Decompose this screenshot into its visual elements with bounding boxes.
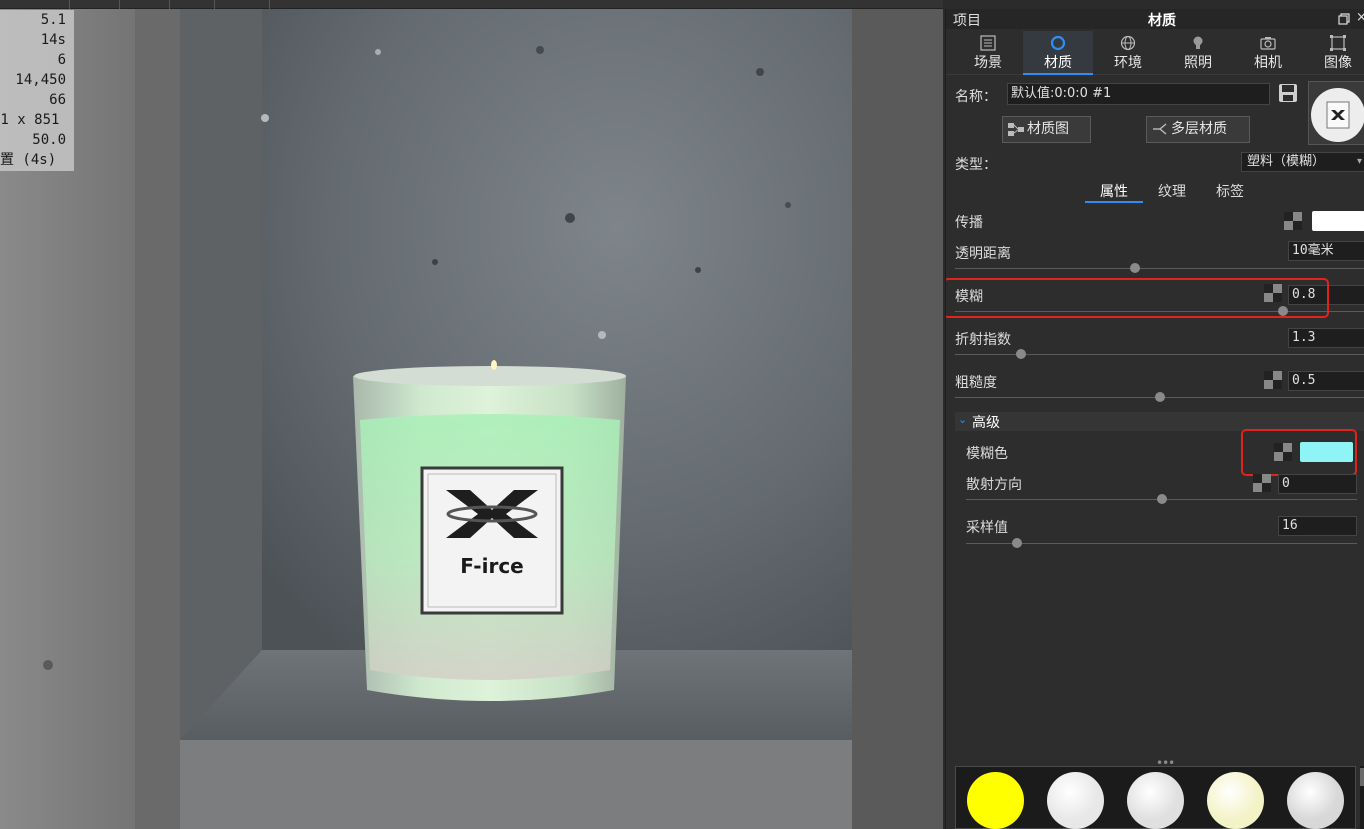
slider-handle[interactable] <box>1278 306 1288 316</box>
type-label: 类型： <box>955 157 997 173</box>
project-tab[interactable]: 项目 <box>953 10 981 30</box>
material-panel: 项目 材质 × 场景 材质 环境 <box>945 9 1364 829</box>
restore-window-icon[interactable] <box>1338 13 1350 25</box>
material-palette <box>955 766 1356 829</box>
tab-material[interactable]: 材质 <box>1023 31 1093 75</box>
samples-label: 采样值 <box>966 520 1008 536</box>
chevron-down-icon: ⌄ <box>958 413 968 426</box>
palette-material-label[interactable] <box>1287 772 1344 829</box>
render-image: F-irce <box>0 0 943 829</box>
transparency-distance-field[interactable]: 10毫米 <box>1288 241 1364 261</box>
palette-material-white-pattern[interactable] <box>1127 772 1184 829</box>
subtab-textures[interactable]: 纹理 <box>1143 181 1201 203</box>
button-label: 多层材质 <box>1171 121 1227 137</box>
samples-field[interactable]: 16 <box>1278 516 1357 536</box>
tab-label: 图像 <box>1324 55 1352 71</box>
advanced-label: 高级 <box>972 415 1000 431</box>
subtab-properties[interactable]: 属性 <box>1085 181 1143 203</box>
render-stats-overlay: 5.1 14s 6 14,450 66 51 x 851 50.0 置 (4s) <box>0 10 74 171</box>
slider-handle[interactable] <box>1156 494 1167 504</box>
chevron-down-icon: ▾ <box>1356 156 1362 167</box>
save-icon[interactable] <box>1278 83 1298 103</box>
tab-label: 材质 <box>1044 55 1072 71</box>
palette-scrollbar[interactable] <box>1360 766 1364 829</box>
tab-lighting[interactable]: 照明 <box>1163 31 1233 75</box>
camera-icon <box>1260 37 1276 50</box>
bulb-icon <box>1193 36 1203 49</box>
node-graph-icon <box>1008 123 1024 136</box>
slider-handle[interactable] <box>1011 538 1022 548</box>
texture-map-icon[interactable] <box>1284 212 1302 230</box>
palette-material-white-pattern[interactable] <box>1047 772 1104 829</box>
stat-row: 50.0 <box>32 132 66 148</box>
stat-row: 14,450 <box>15 72 66 88</box>
main-tabbar: 场景 材质 环境 照明 相机 图像 <box>946 31 1364 75</box>
scatter-direction-label: 散射方向 <box>966 477 1022 493</box>
material-sphere-icon <box>1050 35 1066 51</box>
slider-handle[interactable] <box>1015 349 1026 359</box>
close-icon[interactable]: × <box>1356 11 1364 25</box>
slider-handle[interactable] <box>1130 263 1141 273</box>
button-label: 材质图 <box>1027 121 1069 137</box>
transparency-distance-slider[interactable] <box>955 268 1364 269</box>
samples-slider[interactable] <box>966 543 1357 544</box>
tab-label: 相机 <box>1254 55 1282 71</box>
tab-environment[interactable]: 环境 <box>1093 31 1163 75</box>
panel-title: 材质 <box>1148 13 1176 29</box>
roughness-label: 粗糙度 <box>955 375 997 391</box>
advanced-section-header[interactable]: ⌄ 高级 <box>955 412 1364 431</box>
tab-label: 环境 <box>1114 55 1142 71</box>
stat-row: 置 (4s) <box>0 152 57 168</box>
tab-camera[interactable]: 相机 <box>1233 31 1303 75</box>
transparency-distance-label: 透明距离 <box>955 246 1011 262</box>
blur-color-swatch[interactable] <box>1300 442 1353 462</box>
texture-map-icon[interactable] <box>1264 284 1282 302</box>
refractive-index-label: 折射指数 <box>955 332 1011 348</box>
blur-field[interactable]: 0.8 <box>1288 285 1364 305</box>
blur-slider[interactable] <box>955 311 1364 312</box>
panel-header: 项目 材质 × <box>946 9 1364 29</box>
palette-material-cream[interactable] <box>1207 772 1264 829</box>
stat-row: 14s <box>40 32 66 48</box>
multilayer-material-button[interactable]: 多层材质 <box>1146 116 1250 143</box>
palette-material-yellow[interactable] <box>967 772 1024 829</box>
slider-handle[interactable] <box>1155 392 1165 402</box>
texture-map-icon[interactable] <box>1253 474 1271 492</box>
tab-image[interactable]: 图像 <box>1303 31 1364 75</box>
globe-icon <box>1120 35 1136 51</box>
layers-branch-icon <box>1153 123 1167 135</box>
transmission-label: 传播 <box>955 215 983 231</box>
type-selected-value: 塑料（模糊） <box>1247 154 1326 169</box>
transmission-color-swatch[interactable] <box>1312 211 1364 231</box>
roughness-field[interactable]: 0.5 <box>1288 371 1364 391</box>
stat-row: 5.1 <box>40 12 66 28</box>
tab-label: 照明 <box>1184 55 1212 71</box>
blur-color-label: 模糊色 <box>966 446 1008 462</box>
material-type-select[interactable]: 塑料（模糊） ▾ <box>1241 152 1364 172</box>
material-graph-button[interactable]: 材质图 <box>1002 116 1091 143</box>
tab-label: 场景 <box>974 55 1002 71</box>
stat-row: 51 x 851 <box>0 112 60 128</box>
viewport-top-strip <box>0 0 943 9</box>
brand-label-text: F-irce <box>460 554 524 578</box>
stat-row: 66 <box>49 92 66 108</box>
texture-map-icon[interactable] <box>1264 371 1282 389</box>
tab-scene[interactable]: 场景 <box>953 31 1023 75</box>
name-label: 名称： <box>955 89 997 105</box>
stat-row: 6 <box>57 52 66 68</box>
material-preview[interactable] <box>1308 81 1364 145</box>
render-viewport[interactable]: F-irce 5.1 14s 6 14,450 66 51 x 851 50.0… <box>0 0 943 829</box>
image-frame-icon <box>1330 35 1346 51</box>
texture-map-icon[interactable] <box>1274 443 1292 461</box>
scatter-direction-field[interactable]: 0 <box>1278 474 1357 494</box>
refractive-index-field[interactable]: 1.3 <box>1288 328 1364 348</box>
blur-label: 模糊 <box>955 289 983 305</box>
scene-tree-icon <box>980 35 996 51</box>
subtab-labels[interactable]: 标签 <box>1201 181 1259 203</box>
material-name-input[interactable]: 默认值:0:0:0 #1 <box>1007 83 1270 105</box>
